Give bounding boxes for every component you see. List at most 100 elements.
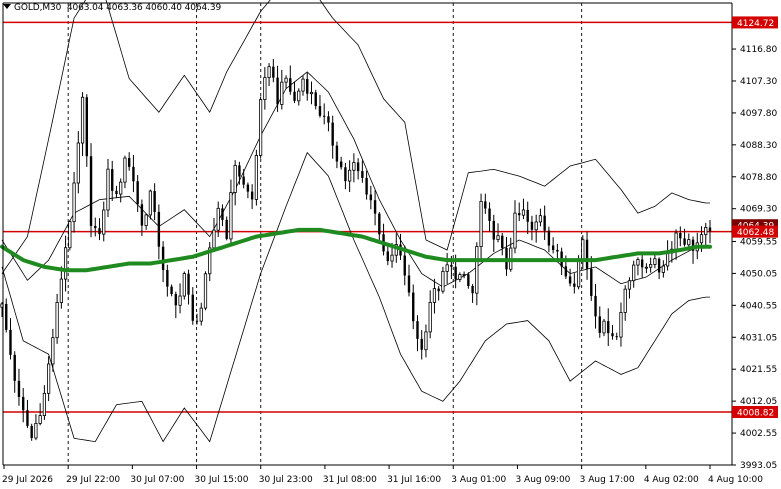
candle-body-bullish bbox=[390, 254, 394, 262]
candle-body-bearish bbox=[140, 204, 144, 226]
candle-body-bearish bbox=[187, 273, 190, 295]
candle-body-bullish bbox=[229, 192, 233, 240]
candle-body-bearish bbox=[585, 239, 589, 269]
candle-body-bearish bbox=[657, 258, 661, 273]
candle-body-bearish bbox=[238, 165, 241, 177]
symbol-label: GOLD,M30 bbox=[14, 3, 62, 13]
candle-body-bearish bbox=[157, 211, 161, 247]
candles bbox=[0, 59, 712, 441]
candle-body-bullish bbox=[280, 81, 284, 105]
candle-body-bullish bbox=[632, 264, 636, 282]
candle-body-bearish bbox=[590, 268, 593, 296]
candle-body-bullish bbox=[182, 273, 186, 297]
candle-body-bearish bbox=[327, 116, 330, 123]
candle-body-bullish bbox=[178, 295, 182, 306]
price-label: 4050.05 bbox=[740, 269, 777, 279]
candle-body-bullish bbox=[462, 273, 466, 276]
time-axis[interactable]: 29 Jul 2026 29 Jul 22:00 30 Jul 07:00 30 Ju… bbox=[2, 465, 763, 485]
chart-title: GOLD,M30 4063.04 4063.36 4060.40 4064.39 bbox=[3, 3, 221, 13]
candle-body-bullish bbox=[106, 168, 110, 211]
candle-body-bearish bbox=[153, 191, 156, 212]
candle-body-bearish bbox=[166, 270, 169, 287]
candle-body-bearish bbox=[161, 246, 165, 271]
candle-body-bullish bbox=[119, 181, 123, 195]
candle-body-bullish bbox=[496, 235, 500, 240]
time-label: 31 Jul 08:00 bbox=[323, 475, 377, 485]
candle-body-bearish bbox=[573, 283, 576, 287]
candle-body-bearish bbox=[378, 213, 381, 235]
candle-body-bearish bbox=[454, 266, 457, 280]
candle-body-bullish bbox=[68, 221, 72, 249]
candle-body-bearish bbox=[615, 336, 618, 338]
candle-body-bearish bbox=[127, 158, 131, 167]
candle-body-bearish bbox=[598, 316, 601, 333]
candle-body-bearish bbox=[98, 228, 101, 235]
candle-body-bearish bbox=[386, 251, 389, 262]
candle-body-bullish bbox=[59, 278, 63, 303]
candle-body-bearish bbox=[221, 208, 224, 220]
level-label: 4062.48 bbox=[737, 228, 774, 238]
candle-body-bearish bbox=[683, 238, 686, 245]
candle-body-bullish bbox=[348, 169, 352, 182]
price-label: 4116.80 bbox=[740, 45, 777, 55]
candle-body-bearish bbox=[568, 276, 572, 284]
price-label: 4088.30 bbox=[740, 141, 777, 151]
candle-body-bearish bbox=[518, 213, 521, 216]
candle-body-bearish bbox=[9, 329, 12, 355]
candle-body-bullish bbox=[199, 307, 203, 322]
price-label: 4059.55 bbox=[740, 237, 777, 247]
level-label: 4124.72 bbox=[737, 19, 774, 29]
candle-body-bearish bbox=[551, 245, 555, 250]
price-label: 3993.05 bbox=[740, 461, 777, 471]
candle-body-bearish bbox=[246, 184, 250, 192]
candle-body-bearish bbox=[564, 266, 568, 277]
candle-body-bearish bbox=[132, 166, 135, 182]
horizontal-levels[interactable] bbox=[3, 21, 732, 413]
candle-body-bearish bbox=[679, 232, 682, 239]
candle-body-bullish bbox=[653, 258, 657, 265]
candle-body-bearish bbox=[361, 171, 364, 178]
candle-body-bearish bbox=[594, 295, 597, 317]
candle-body-bearish bbox=[344, 167, 347, 182]
candle-body-bullish bbox=[301, 78, 305, 92]
candle-body-bullish bbox=[432, 288, 437, 303]
price-label: 4021.55 bbox=[740, 365, 777, 375]
candle-body-bearish bbox=[501, 235, 504, 248]
upper-band bbox=[1, 0, 710, 274]
candle-body-bullish bbox=[674, 232, 678, 250]
price-label: 4078.80 bbox=[740, 173, 777, 183]
moving-average bbox=[0, 227, 712, 273]
candle-body-bullish bbox=[479, 200, 483, 247]
candle-body-bearish bbox=[708, 227, 712, 232]
candle-body-bullish bbox=[80, 96, 85, 144]
candle-body-bearish bbox=[289, 78, 292, 92]
time-label: 4 Aug 02:00 bbox=[644, 475, 699, 485]
candle-body-bullish bbox=[51, 337, 55, 365]
candle-body-bearish bbox=[191, 294, 194, 321]
candle-body-bullish bbox=[534, 221, 538, 231]
candle-body-bearish bbox=[611, 333, 614, 337]
candle-body-bearish bbox=[331, 122, 334, 146]
price-label: 4107.30 bbox=[740, 77, 777, 87]
candle-body-bullish bbox=[212, 229, 216, 249]
candle-body-bearish bbox=[314, 92, 317, 107]
candle-body-bearish bbox=[17, 380, 21, 397]
candle-body-bullish bbox=[619, 312, 623, 338]
candle-body-bearish bbox=[607, 321, 610, 334]
price-label: 4069.30 bbox=[740, 205, 777, 215]
session-separators bbox=[67, 3, 583, 465]
price-label: 4012.05 bbox=[740, 397, 777, 407]
candle-body-bearish bbox=[484, 201, 487, 209]
time-label: 31 Jul 16:00 bbox=[387, 475, 441, 485]
candle-body-bullish bbox=[267, 66, 271, 78]
price-chart[interactable]: 4116.80 4107.30 4097.80 4088.30 4078.80 4069.… bbox=[0, 0, 781, 489]
candle-body-bearish bbox=[471, 285, 474, 294]
candle-body-bearish bbox=[365, 177, 368, 195]
candle-body-bullish bbox=[699, 234, 704, 244]
candle-body-bullish bbox=[581, 239, 585, 260]
candle-body-bearish bbox=[318, 106, 322, 116]
candle-body-bullish bbox=[602, 320, 606, 334]
time-label: 3 Aug 17:00 bbox=[580, 475, 635, 485]
candle-body-bearish bbox=[339, 161, 343, 168]
candle-body-bearish bbox=[403, 255, 406, 276]
